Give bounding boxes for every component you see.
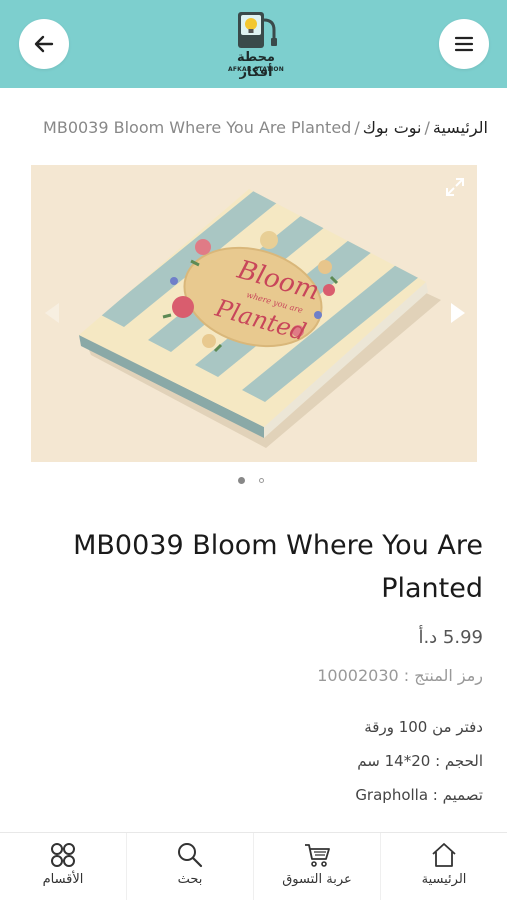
breadcrumb-separator: / <box>354 118 360 137</box>
chevron-left-icon <box>45 303 59 323</box>
nav-categories-label: الأقسام <box>42 872 84 887</box>
brand-logo[interactable]: محطة أفكار AFKAR STATION <box>224 10 288 80</box>
product-title: MB0039 Bloom Where You Are Planted <box>73 530 483 604</box>
product-sku: رمز المنتج : 10002030 <box>317 666 483 685</box>
nav-search-label: بحث <box>177 872 203 887</box>
menu-button[interactable] <box>439 19 489 69</box>
search-icon <box>178 843 203 868</box>
gallery-pagination <box>238 477 264 484</box>
product-spec-design: تصميم : Grapholla <box>355 786 483 804</box>
pagination-dot-active[interactable] <box>238 477 245 484</box>
chevron-right-icon <box>451 303 465 323</box>
product-spec-size: الحجم : 20*14 سم <box>357 752 483 770</box>
hamburger-menu-icon <box>454 36 474 52</box>
nav-cart[interactable]: عربة التسوق <box>254 833 381 900</box>
cart-icon <box>305 844 330 867</box>
arrow-left-icon <box>34 35 54 53</box>
breadcrumb-separator: / <box>424 118 430 137</box>
nav-home-label: الرئيسية <box>421 872 467 887</box>
logo-station-icon <box>238 12 277 48</box>
grid-dots-icon <box>51 843 75 867</box>
breadcrumb: الرئيسية/نوت بوك/MB0039 Bloom Where You … <box>43 118 488 137</box>
prev-slide-button[interactable] <box>43 301 61 329</box>
breadcrumb-current: MB0039 Bloom Where You Are Planted <box>43 118 352 137</box>
product-price: 5.99 د.أ <box>418 627 483 648</box>
nav-categories[interactable]: الأقسام <box>0 833 127 900</box>
product-image: Bloom where you are Planted <box>79 189 441 448</box>
top-header: محطة أفكار AFKAR STATION <box>0 0 507 88</box>
pagination-dot[interactable] <box>259 478 264 483</box>
expand-button[interactable] <box>445 177 465 201</box>
home-icon <box>432 843 456 867</box>
back-button[interactable] <box>19 19 69 69</box>
nav-home[interactable]: الرئيسية <box>381 833 507 900</box>
product-spec-pages: دفتر من 100 ورقة <box>364 718 483 736</box>
nav-cart-label: عربة التسوق <box>282 872 352 887</box>
breadcrumb-category[interactable]: نوت بوك <box>363 118 422 137</box>
next-slide-button[interactable] <box>449 301 467 329</box>
breadcrumb-home[interactable]: الرئيسية <box>433 118 488 137</box>
logo-english-name: AFKAR STATION <box>228 66 284 73</box>
nav-search[interactable]: بحث <box>127 833 254 900</box>
logo-arabic-name: محطة أفكار <box>237 50 275 80</box>
expand-icon <box>446 178 464 196</box>
bottom-navigation: الأقسام بحث عربة التسوق الرئيسية <box>0 832 507 900</box>
product-image-gallery[interactable]: Bloom where you are Planted <box>31 165 477 462</box>
